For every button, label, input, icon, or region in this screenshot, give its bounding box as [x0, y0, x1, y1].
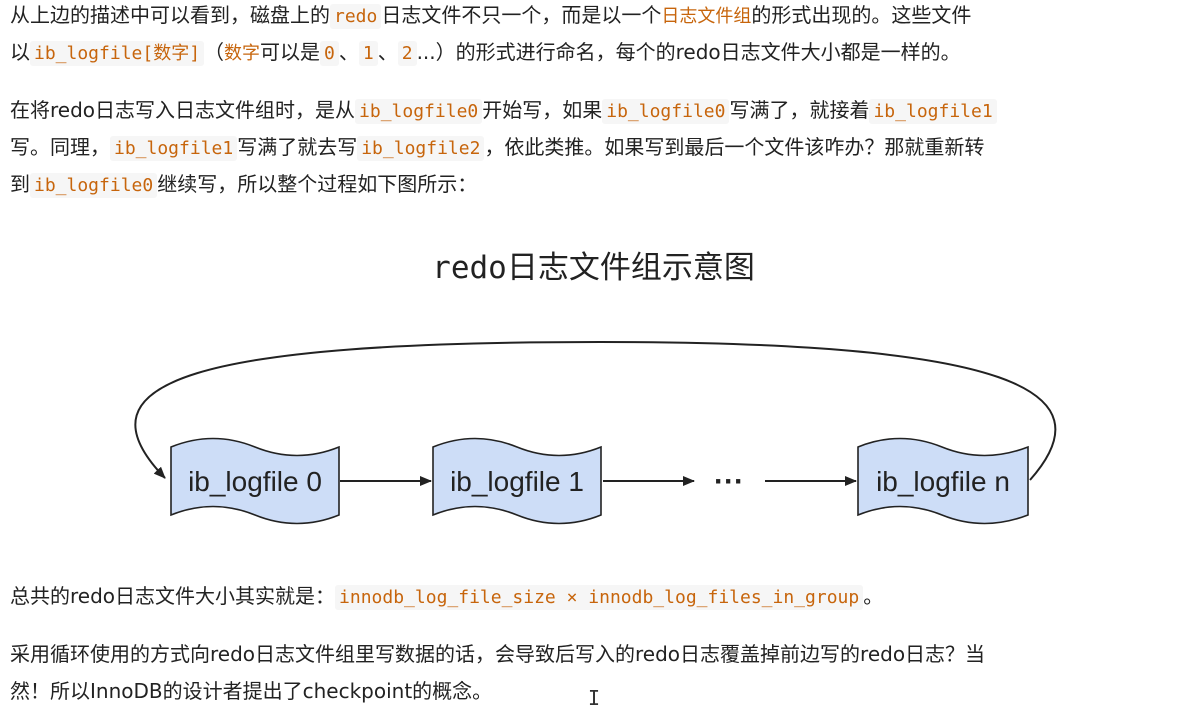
text: 、 [377, 40, 398, 64]
text: 、 [338, 40, 359, 64]
inline-code: ib_logfile[数字] [30, 41, 205, 66]
text: 写。同理， [10, 135, 110, 159]
paragraph-line: 采用循环使用的方式向redo日志文件组里写数据的话，会导致后写入的redo日志覆… [10, 642, 986, 666]
inline-code: redo [330, 4, 382, 29]
ellipsis: ··· [714, 465, 744, 498]
paragraph-3: 总共的redo日志文件大小其实就是： innodb_log_file_size ×… [10, 578, 1185, 615]
text-cursor-icon: I [588, 686, 601, 710]
text: （ [204, 40, 225, 64]
inline-code: ib_logfile2 [357, 136, 485, 161]
inline-code: 2 [397, 41, 417, 66]
text: 总共的redo日志文件大小其实就是： [10, 584, 336, 608]
logfile-node-0: ib_logfile 0 [170, 437, 340, 525]
text: ，依此类推。如果写到最后一个文件该咋办？那就重新转 [484, 135, 985, 159]
inline-code: ib_logfile1 [869, 99, 997, 124]
paragraph-1: 从上边的描述中可以看到，磁盘上的 redo 日志文件不只一个，而是以一个日志文件组的… [10, 0, 1185, 71]
text: 写满了，就接着 [729, 98, 870, 122]
paragraph-line: 在将redo日志写入日志文件组时，是从 ib_logfile0 开始写，如果 ib_l… [10, 92, 1185, 129]
redo-log-diagram: ib_logfile 0 ib_logfile 1 ··· ib_logfile… [134, 340, 1057, 525]
text: 写满了就去写 [237, 135, 358, 159]
text: 开始写，如果 [482, 98, 603, 122]
paragraph-2: 在将redo日志写入日志文件组时，是从 ib_logfile0 开始写，如果 ib_l… [10, 92, 1185, 203]
diagram-title: redo日志文件组示意图 [432, 250, 755, 286]
inline-code: ib_logfile0 [355, 99, 483, 124]
text: ...）的形式进行命名，每个的redo日志文件大小都是一样的。 [416, 40, 961, 64]
logfile-node-n: ib_logfile n [857, 437, 1029, 525]
text: 的形式出现的。这些文件 [751, 3, 972, 27]
text: 以 [10, 40, 30, 64]
logfile-label: ib_logfile 0 [188, 466, 322, 497]
highlight-text: 数字 [224, 43, 261, 64]
text: 可以是 [260, 40, 321, 64]
inline-code: 0 [320, 41, 339, 66]
inline-code: ib_logfile0 [30, 173, 158, 198]
text: 从上边的描述中可以看到，磁盘上的 [10, 3, 330, 27]
text: 在将redo日志写入日志文件组时，是从 [10, 98, 356, 122]
highlight-text: 日志文件组 [661, 6, 752, 27]
paragraph-line: 以 ib_logfile[数字] （数字可以是 0、 1、 2 ...）的形式进行命名，每个… [10, 34, 1185, 71]
logfile-label: ib_logfile 1 [450, 466, 584, 497]
inline-code: ib_logfile1 [110, 136, 238, 161]
paragraph-line: 到 ib_logfile0 继续写，所以整个过程如下图所示： [10, 166, 1185, 203]
inline-code: 1 [358, 41, 378, 66]
text: 继续写，所以整个过程如下图所示： [157, 172, 478, 196]
paragraph-line: 总共的redo日志文件大小其实就是： innodb_log_file_size ×… [10, 578, 1185, 615]
paragraph-line: 写。同理， ib_logfile1 写满了就去写 ib_logfile2 ，依此类推。如… [10, 129, 1185, 166]
logfile-node-1: ib_logfile 1 [432, 437, 602, 525]
paragraph-line: 从上边的描述中可以看到，磁盘上的 redo 日志文件不只一个，而是以一个日志文件组的… [10, 0, 1185, 34]
inline-code: ib_logfile0 [602, 99, 730, 124]
text: 。 [863, 584, 884, 608]
logfile-label: ib_logfile n [876, 466, 1010, 497]
inline-code: innodb_log_file_size × innodb_log_files_… [335, 585, 864, 610]
text: 日志文件不只一个，而是以一个 [381, 3, 662, 27]
text: 到 [10, 172, 30, 196]
